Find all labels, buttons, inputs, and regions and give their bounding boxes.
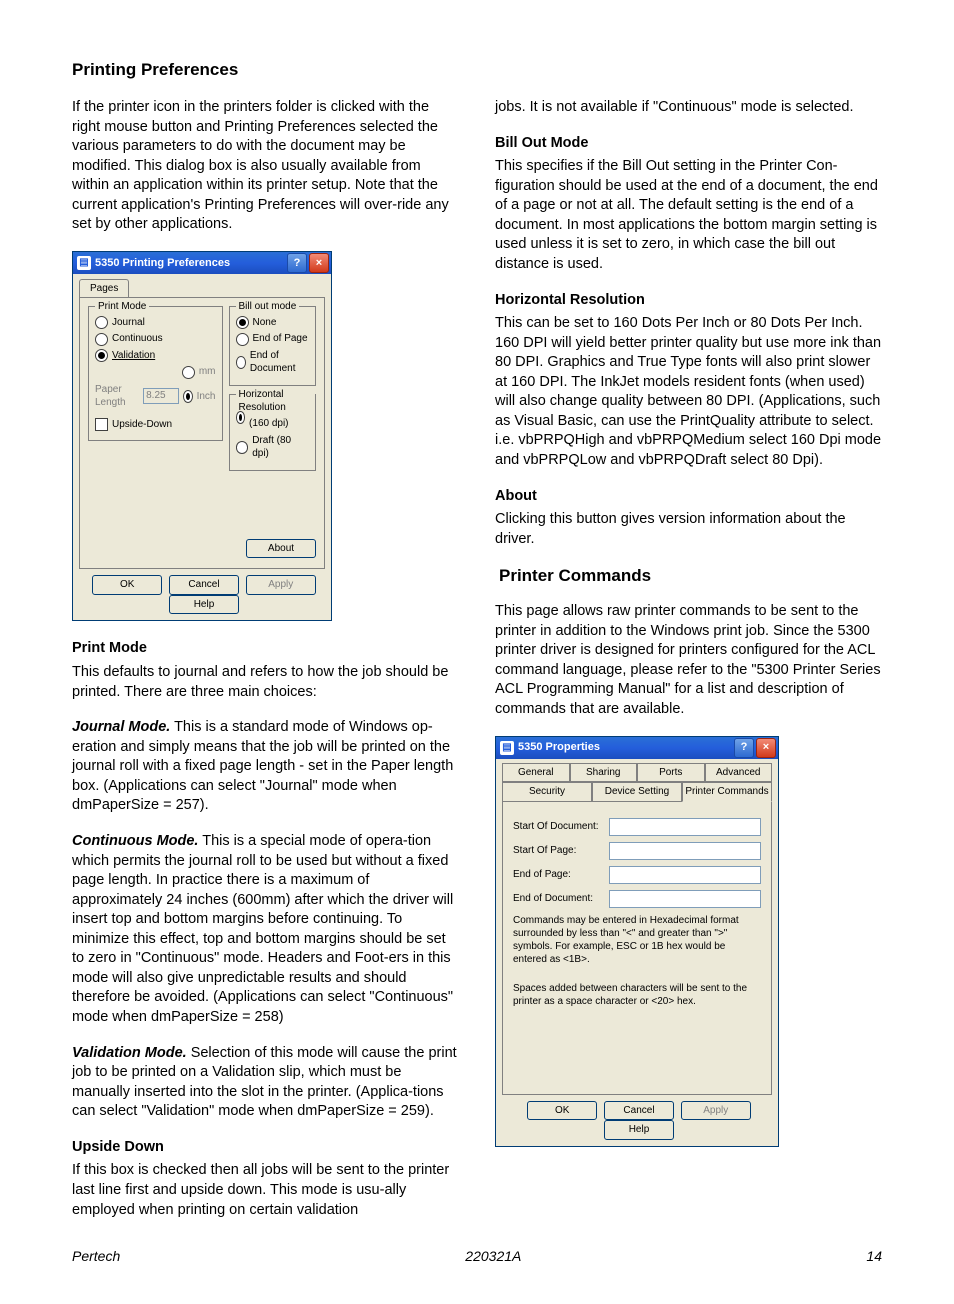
about-button[interactable]: About (246, 539, 316, 559)
dialog-title: 5350 Printing Preferences (95, 256, 230, 271)
footer-left: Pertech (72, 1248, 120, 1264)
heading-printer-commands: Printer Commands (499, 565, 882, 588)
help-button[interactable]: Help (604, 1120, 674, 1140)
about-paragraph: Clicking this button gives version infor… (495, 510, 882, 549)
journal-mode-lead: Journal Mode. (72, 719, 170, 735)
tab-advanced[interactable]: Advanced (705, 763, 773, 783)
billout-eod-label: End of Document (250, 349, 309, 376)
printer-icon: ▤ (500, 741, 514, 755)
intro-paragraph: If the printer icon in the printers fold… (72, 98, 459, 235)
upside-down-label: Upside-Down (112, 418, 172, 432)
printer-commands-paragraph: This page allows raw printer commands to… (495, 602, 882, 719)
tab-printer-commands[interactable]: Printer Commands (682, 782, 772, 802)
group-print-mode-legend: Print Mode (95, 300, 149, 314)
printer-icon: ▤ (77, 256, 91, 270)
radio-hres-draft[interactable] (236, 441, 249, 454)
radio-continuous-label: Continuous (112, 332, 163, 346)
radio-billout-eop[interactable] (236, 333, 249, 346)
printing-preferences-dialog: ▤ 5350 Printing Preferences ? × Pages (72, 251, 332, 622)
group-billout: Bill out mode None End of Page End of Do… (229, 306, 317, 386)
commands-help-2: Spaces added between characters will be … (513, 982, 761, 1008)
billout-heading: Bill Out Mode (495, 135, 588, 151)
hres-paragraph: This can be set to 160 Dots Per Inch or … (495, 314, 882, 471)
properties-dialog: ▤ 5350 Properties ? × General Sharing Po… (495, 736, 779, 1147)
apply-button[interactable]: Apply (246, 575, 316, 595)
radio-unit-inch (183, 390, 193, 403)
help-button[interactable]: Help (169, 595, 239, 615)
tab-pages[interactable]: Pages (79, 279, 129, 298)
validation-mode-paragraph: Validation Mode. Selection of this mode … (72, 1044, 459, 1122)
upside-down-heading: Upside Down (72, 1139, 164, 1155)
label-start-of-page: Start Of Page: (513, 844, 603, 858)
group-billout-legend: Bill out mode (236, 300, 300, 314)
radio-validation-label: Validation (112, 349, 155, 363)
tab-security[interactable]: Security (502, 782, 592, 802)
billout-none-label: None (253, 316, 277, 330)
radio-hres-enhanced[interactable] (236, 411, 246, 424)
help-icon[interactable]: ? (734, 738, 754, 758)
label-end-of-page: End of Page: (513, 868, 603, 882)
group-hres-legend: Horizontal Resolution (236, 388, 316, 415)
radio-billout-eod[interactable] (236, 356, 246, 369)
commands-help-1: Commands may be entered in Hexadecimal f… (513, 914, 761, 966)
continuous-mode-lead: Continuous Mode. (72, 833, 198, 849)
unit-inch-label: Inch (197, 390, 216, 404)
validation-mode-lead: Validation Mode. (72, 1045, 187, 1061)
continuous-mode-paragraph: Continuous Mode. This is a special mode … (72, 832, 459, 1028)
footer-right: 14 (866, 1248, 882, 1264)
radio-unit-mm (182, 366, 195, 379)
label-end-of-document: End of Document: (513, 892, 603, 906)
close-icon[interactable]: × (756, 738, 776, 758)
radio-billout-none[interactable] (236, 316, 249, 329)
paper-length-field: 8.25 (143, 388, 178, 404)
close-icon[interactable]: × (309, 253, 329, 273)
radio-continuous[interactable] (95, 333, 108, 346)
cancel-button[interactable]: Cancel (169, 575, 239, 595)
radio-journal-label: Journal (112, 316, 145, 330)
page-footer: Pertech 220321A 14 (72, 1248, 882, 1264)
tab-sharing[interactable]: Sharing (570, 763, 638, 783)
group-print-mode: Print Mode Journal Continuous Validation… (88, 306, 223, 442)
journal-mode-paragraph: Journal Mode. This is a standard mode of… (72, 718, 459, 816)
billout-paragraph: This specifies if the Bill Out setting i… (495, 157, 882, 274)
cancel-button[interactable]: Cancel (604, 1101, 674, 1121)
checkbox-upside-down[interactable] (95, 418, 108, 431)
tab-ports[interactable]: Ports (637, 763, 705, 783)
billout-eop-label: End of Page (253, 332, 308, 346)
input-start-of-document[interactable] (609, 818, 761, 836)
ok-button[interactable]: OK (527, 1101, 597, 1121)
right-column: jobs. It is not available if "Continuous… (495, 98, 882, 1220)
group-hres: Horizontal Resolution Enhanced (160 dpi)… (229, 394, 317, 471)
hres-draft-label: Draft (80 dpi) (252, 434, 309, 461)
about-heading: About (495, 488, 537, 504)
input-start-of-page[interactable] (609, 842, 761, 860)
input-end-of-document[interactable] (609, 890, 761, 908)
unit-mm-label: mm (199, 365, 216, 379)
ok-button[interactable]: OK (92, 575, 162, 595)
hres-heading: Horizontal Resolution (495, 292, 645, 308)
footer-center: 220321A (465, 1248, 521, 1264)
print-mode-heading: Print Mode (72, 640, 147, 656)
label-start-of-document: Start Of Document: (513, 820, 603, 834)
dialog2-titlebar: ▤ 5350 Properties ? × (496, 737, 778, 759)
help-icon[interactable]: ? (287, 253, 307, 273)
apply-button[interactable]: Apply (681, 1101, 751, 1121)
input-end-of-page[interactable] (609, 866, 761, 884)
upside-down-paragraph: If this box is checked then all jobs wil… (72, 1161, 459, 1220)
print-mode-paragraph: This defaults to journal and refers to h… (72, 663, 459, 702)
dialog-titlebar: ▤ 5350 Printing Preferences ? × (73, 252, 331, 274)
left-column: If the printer icon in the printers fold… (72, 98, 459, 1220)
radio-validation[interactable] (95, 349, 108, 362)
paper-length-label: Paper Length (95, 383, 139, 410)
radio-journal[interactable] (95, 316, 108, 329)
jobs-continuation: jobs. It is not available if "Continuous… (495, 98, 882, 118)
dialog2-title: 5350 Properties (518, 740, 600, 755)
tab-general[interactable]: General (502, 763, 570, 783)
tab-device-setting[interactable]: Device Setting (592, 782, 682, 802)
heading-printing-preferences: Printing Preferences (72, 60, 882, 80)
